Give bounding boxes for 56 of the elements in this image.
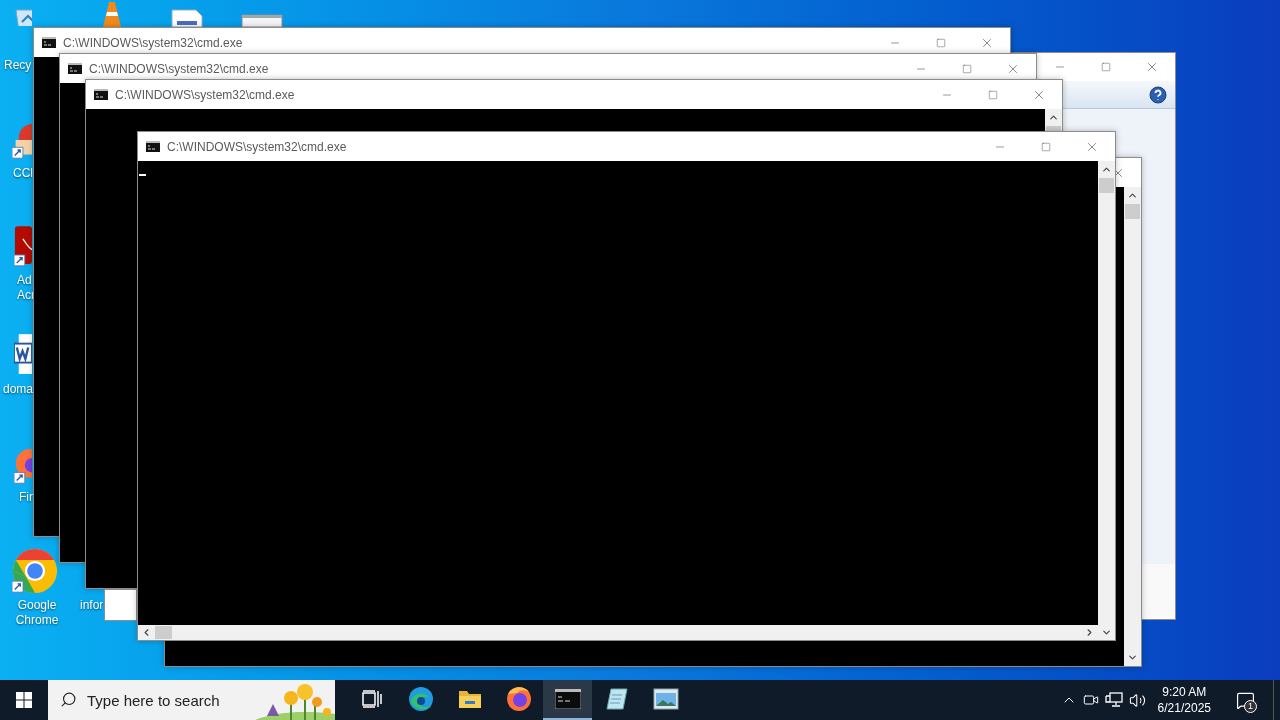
desktop-icon-label: CCl [13,166,33,181]
picture-viewer-icon [652,688,679,710]
camera-icon[interactable] [1082,692,1099,708]
console-icon [42,37,56,48]
help-icon[interactable] [1149,85,1167,104]
maximize-icon [1101,62,1111,72]
desktop-icon-label: Google [17,598,57,613]
desktop-icon-label: Fir [19,490,33,505]
scrollbar-thumb[interactable] [1099,178,1114,193]
window-title: C:\WINDOWS\system32\cmd.exe [63,34,243,52]
search-field[interactable]: Type here to search [48,680,335,720]
cone-icon[interactable] [100,2,124,27]
folder-icon [457,689,482,709]
desktop-icon-label: Recy [4,58,32,73]
windows-logo-icon [16,692,32,708]
notification-badge: 1 [1244,700,1257,713]
vertical-scrollbar[interactable] [1124,187,1141,666]
window-title: C:\WINDOWS\system32\cmd.exe [167,138,347,156]
console-icon [554,689,581,709]
app-window-icon[interactable] [241,14,283,27]
pdf-icon[interactable] [14,224,32,268]
network-icon[interactable] [1104,692,1123,708]
desktop-icon-label: doma [3,382,34,397]
scrollbar-thumb[interactable] [155,626,172,639]
console-icon [146,141,160,152]
notifications-icon[interactable] [1235,690,1255,710]
desktop-icon-label: Acr [17,288,35,303]
search-icon [60,691,77,708]
close-icon [1145,60,1159,74]
chrome-icon[interactable] [12,548,58,594]
console-icon [68,63,82,74]
vertical-scrollbar[interactable] [1098,161,1115,625]
task-view-icon [361,690,382,708]
taskbar-app-button[interactable] [543,680,592,720]
horizontal-scrollbar[interactable] [138,625,1098,640]
notepad-icon [604,687,629,711]
console-icon [94,89,108,100]
maximize-icon [988,89,998,100]
window-title: C:\WINDOWS\system32\cmd.exe [89,60,269,78]
maximize-icon [962,63,972,74]
chevron-icon [1127,652,1138,663]
window-title: C:\WINDOWS\system32\cmd.exe [115,86,295,104]
fox-browser-icon [505,686,532,712]
word-document-icon[interactable] [14,333,32,377]
volume-icon[interactable] [1128,691,1146,709]
desktop-icon-label: infor [80,598,104,613]
recycle-bin-icon[interactable] [14,8,32,26]
desktop-icon-label: Ad [17,273,32,288]
clock[interactable]: 9:20 AM 6/21/2025 [1151,684,1217,716]
edge-browser-icon [407,686,434,712]
chevron-icon [1101,627,1112,638]
maximize-icon [936,37,946,48]
document-icon[interactable] [170,8,204,27]
scrollbar-thumb[interactable] [1125,204,1140,219]
maximize-icon [1041,141,1051,152]
desktop-icon-label: Chrome [15,613,59,628]
